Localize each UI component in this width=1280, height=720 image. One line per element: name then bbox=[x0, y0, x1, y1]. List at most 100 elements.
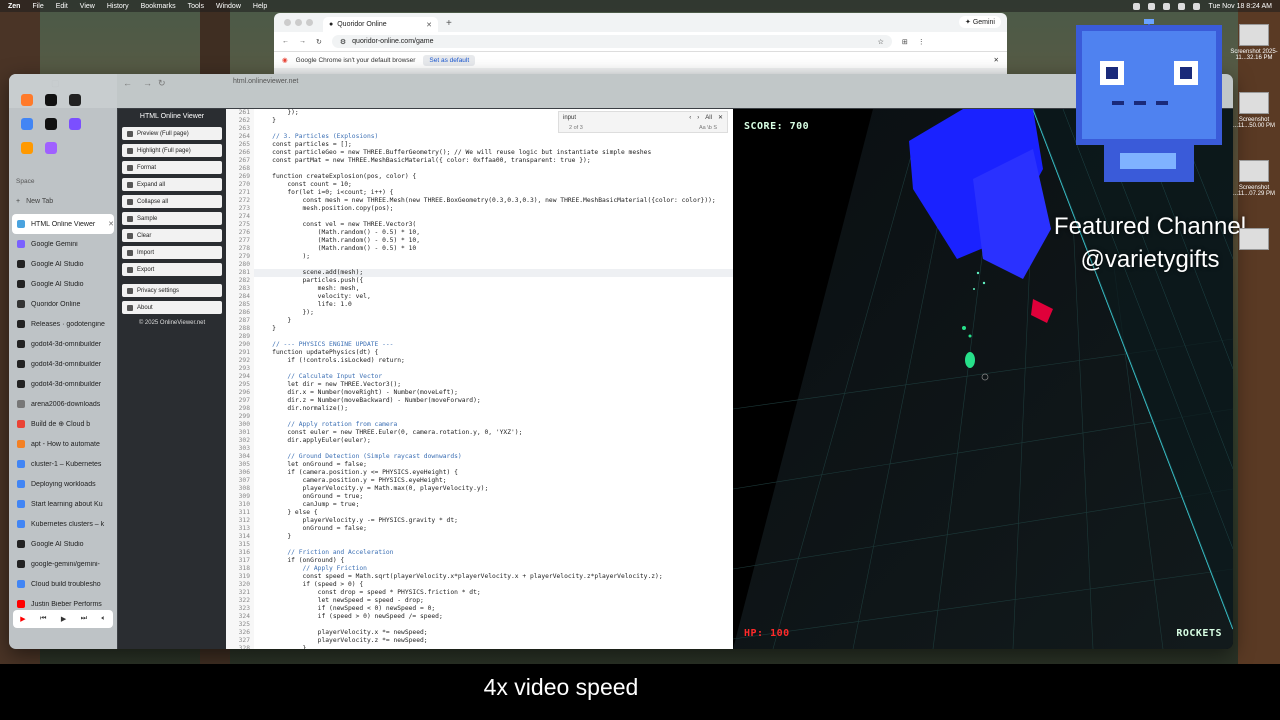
reload-icon[interactable]: ↻ bbox=[316, 38, 322, 46]
clock[interactable]: Tue Nov 18 8:24 AM bbox=[1208, 3, 1272, 10]
chrome-address-bar[interactable]: ⚙ quoridor-online.com/game ☆ bbox=[331, 35, 892, 48]
essential-app-icon[interactable] bbox=[21, 94, 33, 106]
sidebar-tab[interactable]: Kubernetes clusters – k bbox=[12, 514, 114, 534]
import-button[interactable]: Import bbox=[122, 246, 222, 259]
sidebar-tab[interactable]: Build de ⊕ Cloud b bbox=[12, 414, 114, 434]
essential-app-icon[interactable] bbox=[45, 142, 57, 154]
sidebar-tab[interactable]: Google AI Studio bbox=[12, 274, 114, 294]
about-button[interactable]: About bbox=[122, 301, 222, 314]
desktop-file[interactable]: Screenshot ...11...07.29 PM bbox=[1228, 160, 1280, 224]
close-window-button[interactable] bbox=[284, 19, 291, 26]
forward-icon[interactable]: → bbox=[299, 38, 306, 45]
github-icon[interactable] bbox=[69, 94, 81, 106]
reload-icon[interactable]: ↻ bbox=[158, 78, 166, 89]
close-infobar-icon[interactable]: ✕ bbox=[994, 56, 999, 64]
sidebar-tab[interactable]: Cloud build troublesho bbox=[12, 574, 114, 594]
new-tab-icon[interactable]: + bbox=[446, 18, 452, 29]
find-next-icon[interactable]: › bbox=[697, 115, 699, 121]
find-all-button[interactable]: All bbox=[705, 115, 712, 121]
essential-app-icon[interactable] bbox=[21, 142, 33, 154]
find-previous-icon[interactable]: ‹ bbox=[689, 115, 691, 121]
close-tab-icon[interactable]: ✕ bbox=[108, 220, 114, 228]
expand-all-button[interactable]: Expand all bbox=[122, 178, 222, 191]
sample-button[interactable]: Sample bbox=[122, 212, 222, 225]
line-number: 328 bbox=[238, 645, 250, 649]
privacy-settings-button[interactable]: Privacy settings bbox=[122, 284, 222, 297]
gemini-button[interactable]: ✦ Gemini bbox=[959, 16, 1001, 28]
site-info-icon[interactable]: ⚙ bbox=[340, 38, 346, 46]
back-icon[interactable]: ← bbox=[282, 38, 289, 45]
menu-icon[interactable]: ⋮ bbox=[918, 38, 925, 46]
sidebar-tab[interactable]: Start learning about Ku bbox=[12, 494, 114, 514]
sidebar-tab[interactable]: arena2006-downloads bbox=[12, 394, 114, 414]
desktop-file[interactable]: Screenshot 2025-11...32.16 PM bbox=[1228, 24, 1280, 88]
forward-icon[interactable]: → bbox=[143, 78, 152, 88]
collapse-all-button[interactable]: Collapse all bbox=[122, 195, 222, 208]
mute-icon[interactable]: 🔈︎ bbox=[102, 615, 106, 623]
sidebar-tab[interactable]: HTML Online Viewer ✕ bbox=[12, 214, 114, 234]
control-center-icon[interactable] bbox=[1193, 2, 1201, 10]
export-button[interactable]: Export bbox=[122, 263, 222, 276]
desktop-file[interactable]: Screenshot ...11...50.00 PM bbox=[1228, 92, 1280, 156]
sidebar-tab[interactable]: Quoridor Online bbox=[12, 294, 114, 314]
new-tab-button[interactable]: + New Tab bbox=[16, 198, 53, 205]
clear-button[interactable]: Clear bbox=[122, 229, 222, 242]
desktop-file[interactable] bbox=[1228, 228, 1280, 292]
essential-app-icon[interactable] bbox=[69, 118, 81, 130]
menu-view[interactable]: View bbox=[80, 3, 95, 10]
sidebar-tab[interactable]: godot4-3d-omnibuilder bbox=[12, 334, 114, 354]
menu-window[interactable]: Window bbox=[216, 3, 241, 10]
sidebar-tab[interactable]: Deploying workloads bbox=[12, 474, 114, 494]
extensions-icon[interactable]: ⊞ bbox=[902, 38, 908, 46]
close-find-icon[interactable]: ✕ bbox=[718, 114, 723, 121]
sidebar-tab[interactable]: cluster-1 – Kubernetes bbox=[12, 454, 114, 474]
zoom-window-button[interactable] bbox=[306, 19, 313, 26]
plus-icon: + bbox=[16, 198, 21, 205]
menu-history[interactable]: History bbox=[107, 3, 129, 10]
bookmark-star-icon[interactable]: ☆ bbox=[878, 38, 884, 46]
essential-app-icon[interactable] bbox=[45, 118, 57, 130]
set-default-button[interactable]: Set as default bbox=[423, 54, 476, 66]
next-icon[interactable]: ⏭ bbox=[81, 615, 87, 623]
status-icon[interactable] bbox=[1133, 2, 1141, 10]
chrome-tab[interactable]: ● Quoridor Online ✕ bbox=[323, 17, 438, 32]
code-editor[interactable]: 261 262 263 264 265 266 267 268 269 270 271 272 273 2… bbox=[226, 109, 733, 649]
game-preview[interactable]: SCORE: 700 HP: 100 ROCKETS bbox=[733, 109, 1233, 649]
minimize-window-button[interactable] bbox=[295, 19, 302, 26]
close-tab-icon[interactable]: ✕ bbox=[426, 21, 432, 29]
zen-window: ▢ ← → ↻ html.onlineviewer.net Space + bbox=[9, 74, 1233, 649]
wifi-icon[interactable] bbox=[1163, 2, 1171, 10]
play-icon[interactable]: ▶ bbox=[61, 615, 66, 623]
sidebar-tab[interactable]: Google AI Studio bbox=[12, 254, 114, 274]
essential-app-icon[interactable] bbox=[45, 94, 57, 106]
menu-tools[interactable]: Tools bbox=[188, 3, 204, 10]
sidebar-tab[interactable]: google-gemini/gemini- bbox=[12, 554, 114, 574]
youtube-icon[interactable]: ▶ bbox=[20, 615, 25, 623]
find-options[interactable]: Aa \b S bbox=[699, 125, 717, 131]
status-icon[interactable] bbox=[1148, 2, 1156, 10]
highlight-button[interactable]: Highlight (Full page) bbox=[122, 144, 222, 157]
line-number: 300 bbox=[238, 421, 250, 428]
sidebar-tab[interactable]: Google AI Studio bbox=[12, 534, 114, 554]
sidebar-tab[interactable]: Releases · godotengine bbox=[12, 314, 114, 334]
line-number: 324 bbox=[238, 613, 250, 620]
menu-help[interactable]: Help bbox=[253, 3, 267, 10]
menu-bookmarks[interactable]: Bookmarks bbox=[141, 3, 176, 10]
sidebar-tab[interactable]: apt - How to automate bbox=[12, 434, 114, 454]
back-icon[interactable]: ← bbox=[123, 78, 132, 88]
find-input[interactable]: input bbox=[563, 115, 683, 121]
previous-icon[interactable]: ⏮ bbox=[40, 615, 46, 623]
line-number: 261 bbox=[238, 109, 250, 116]
essential-app-icon[interactable] bbox=[21, 118, 33, 130]
format-button[interactable]: Format bbox=[122, 161, 222, 174]
menu-edit[interactable]: Edit bbox=[56, 3, 68, 10]
app-menu[interactable]: Zen bbox=[8, 3, 20, 10]
search-icon[interactable] bbox=[1178, 2, 1186, 10]
sidebar-tab[interactable]: godot4-3d-omnibuilder bbox=[12, 354, 114, 374]
sidebar-tab[interactable]: Google Gemini bbox=[12, 234, 114, 254]
zen-url[interactable]: html.onlineviewer.net bbox=[233, 78, 298, 85]
preview-button[interactable]: Preview (Full page) bbox=[122, 127, 222, 140]
sidebar-tab-label: Quoridor Online bbox=[31, 300, 81, 308]
sidebar-tab[interactable]: godot4-3d-omnibuilder bbox=[12, 374, 114, 394]
menu-file[interactable]: File bbox=[32, 3, 43, 10]
